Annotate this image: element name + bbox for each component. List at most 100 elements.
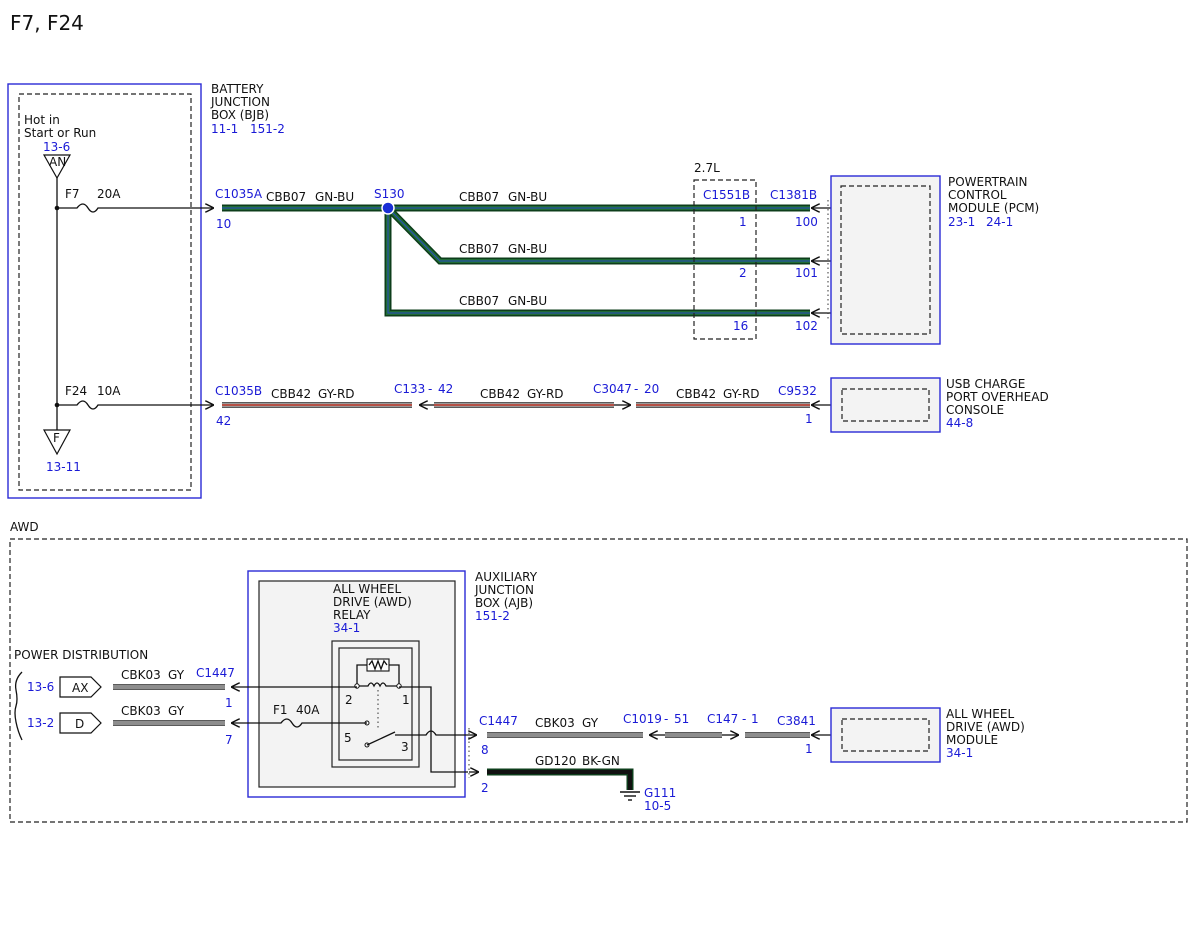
splice-s130-dot[interactable] bbox=[381, 201, 395, 215]
ajb-title-1: AUXILIARY bbox=[475, 570, 538, 584]
cbb42-circuit-2: CBB42 bbox=[480, 387, 520, 401]
usb-title-1: USB CHARGE bbox=[946, 377, 1025, 391]
ajb-title-2: JUNCTION bbox=[474, 583, 534, 597]
wire-label-circuit-1: CBB07 bbox=[266, 190, 306, 204]
bjb-ref-b[interactable]: 151-2 bbox=[250, 122, 285, 136]
c3047-dash: - bbox=[634, 382, 638, 396]
c9532-pin: 1 bbox=[805, 412, 813, 426]
c1551b-pin-1: 1 bbox=[739, 215, 747, 229]
terminal-f-label: F bbox=[53, 431, 60, 445]
cbk03-circuit-2: CBK03 bbox=[121, 704, 161, 718]
cbk03-color-3: GY bbox=[582, 716, 599, 730]
fuse-f7-name: F7 bbox=[65, 187, 80, 201]
ground-g111-label[interactable]: G111 bbox=[644, 786, 676, 800]
c1447-pin-7: 7 bbox=[225, 733, 233, 747]
c1447-right-label[interactable]: C1447 bbox=[479, 714, 518, 728]
c1447-pin-2: 2 bbox=[481, 781, 489, 795]
bjb-ref-a[interactable]: 11-1 bbox=[211, 122, 238, 136]
wire-gd120[interactable] bbox=[487, 768, 634, 790]
c147-label[interactable]: C147 bbox=[707, 712, 738, 726]
pcm-title-3: MODULE (PCM) bbox=[948, 201, 1039, 215]
hot-in-label-1: Hot in bbox=[24, 113, 60, 127]
fuse-f1-rating: 40A bbox=[296, 703, 320, 717]
c1551b-label[interactable]: C1551B bbox=[703, 188, 750, 202]
cbk03-circuit-1: CBK03 bbox=[121, 668, 161, 682]
relay-pin-2: 2 bbox=[345, 693, 353, 707]
c133-dash: - bbox=[428, 382, 432, 396]
splice-s130-label[interactable]: S130 bbox=[374, 187, 405, 201]
engine-option-label: 2.7L bbox=[694, 161, 720, 175]
awd-section-label: AWD bbox=[10, 520, 39, 534]
awd-module-title-3: MODULE bbox=[946, 733, 998, 747]
wire-label-color-2: GN-BU bbox=[508, 190, 547, 204]
cbb42-color-1: GY-RD bbox=[318, 387, 355, 401]
wire-label-circuit-3: CBB07 bbox=[459, 242, 499, 256]
usb-module[interactable] bbox=[830, 377, 941, 433]
cbb42-circuit-1: CBB42 bbox=[271, 387, 311, 401]
c3841-pin: 1 bbox=[805, 742, 813, 756]
relay-pin-3: 3 bbox=[401, 740, 409, 754]
pcm-ref-a[interactable]: 23-1 bbox=[948, 215, 975, 229]
fuse-f7-rating: 20A bbox=[97, 187, 121, 201]
terminal-d-label: D bbox=[75, 717, 84, 731]
gd120-color: BK-GN bbox=[582, 754, 620, 768]
pcm-module[interactable] bbox=[830, 175, 941, 345]
page-title: F7, F24 bbox=[10, 11, 84, 35]
c133-label[interactable]: C133 bbox=[394, 382, 425, 396]
c147-dash: - bbox=[742, 712, 746, 726]
relay-title-1: ALL WHEEL bbox=[333, 582, 401, 596]
pcm-ref-b[interactable]: 24-1 bbox=[986, 215, 1013, 229]
awd-module[interactable] bbox=[830, 707, 941, 763]
bjb-title-3: BOX (BJB) bbox=[211, 108, 269, 122]
relay-ref[interactable]: 34-1 bbox=[333, 621, 360, 635]
fuse-f1-name: F1 bbox=[273, 703, 288, 717]
c1447-pin-8: 8 bbox=[481, 743, 489, 757]
hot-ref-top[interactable]: 13-6 bbox=[43, 140, 70, 154]
c133-pin: 42 bbox=[438, 382, 453, 396]
relay-pin-1: 1 bbox=[402, 693, 410, 707]
wire-label-color-1: GN-BU bbox=[315, 190, 354, 204]
c1381b-label[interactable]: C1381B bbox=[770, 188, 817, 202]
awd-section-dashed bbox=[9, 538, 1188, 823]
c1035a-label[interactable]: C1035A bbox=[215, 187, 263, 201]
c1019-pin: 51 bbox=[674, 712, 689, 726]
cbk03-color-2: GY bbox=[168, 704, 185, 718]
terminal-an-label: AN bbox=[49, 155, 66, 169]
bjb-title-2: JUNCTION bbox=[210, 95, 270, 109]
fuse-f24-rating: 10A bbox=[97, 384, 121, 398]
c147-pin: 1 bbox=[751, 712, 759, 726]
wire-cbb07-branch-101[interactable] bbox=[385, 205, 810, 265]
cbk03-color-1: GY bbox=[168, 668, 185, 682]
fuse-f7-symbol bbox=[57, 203, 213, 213]
hot-ref-bottom[interactable]: 13-11 bbox=[46, 460, 81, 474]
c3047-label[interactable]: C3047 bbox=[593, 382, 632, 396]
c9532-label[interactable]: C9532 bbox=[778, 384, 817, 398]
ajb-title-3: BOX (AJB) bbox=[475, 596, 533, 610]
ajb-ref[interactable]: 151-2 bbox=[475, 609, 510, 623]
power-distribution-label: POWER DISTRIBUTION bbox=[14, 648, 148, 662]
wire-label-circuit-2: CBB07 bbox=[459, 190, 499, 204]
ref-ax[interactable]: 13-6 bbox=[27, 680, 54, 694]
pcm-title-1: POWERTRAIN bbox=[948, 175, 1028, 189]
c3841-label[interactable]: C3841 bbox=[777, 714, 816, 728]
c1551b-pin-2: 2 bbox=[739, 266, 747, 280]
c1019-dash: - bbox=[664, 712, 668, 726]
awd-module-ref[interactable]: 34-1 bbox=[946, 746, 973, 760]
usb-title-2: PORT OVERHEAD bbox=[946, 390, 1049, 404]
pcm-title-2: CONTROL bbox=[948, 188, 1007, 202]
c1035b-label[interactable]: C1035B bbox=[215, 384, 262, 398]
c1035b-pin: 42 bbox=[216, 414, 231, 428]
awd-module-title-2: DRIVE (AWD) bbox=[946, 720, 1025, 734]
c1381b-pin-3: 102 bbox=[795, 319, 818, 333]
gd120-circuit: GD120 bbox=[535, 754, 576, 768]
relay-pin-5: 5 bbox=[344, 731, 352, 745]
ground-g111-ref[interactable]: 10-5 bbox=[644, 799, 671, 813]
fuse-f24-symbol bbox=[57, 400, 213, 410]
c1447-left-label[interactable]: C1447 bbox=[196, 666, 235, 680]
usb-ref[interactable]: 44-8 bbox=[946, 416, 973, 430]
ground-icon bbox=[620, 791, 640, 801]
c1019-label[interactable]: C1019 bbox=[623, 712, 662, 726]
power-distribution-brace bbox=[14, 671, 23, 741]
ref-d[interactable]: 13-2 bbox=[27, 716, 54, 730]
c1447-pin-1: 1 bbox=[225, 696, 233, 710]
